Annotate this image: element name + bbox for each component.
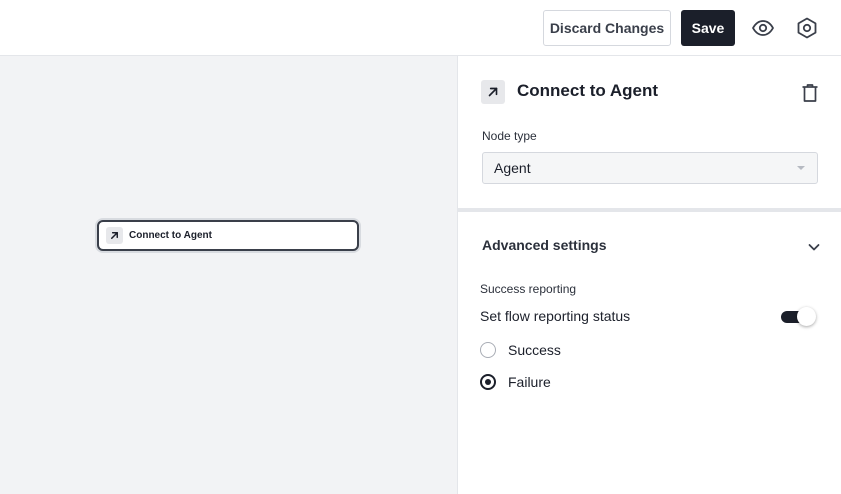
top-toolbar: Discard Changes Save	[0, 0, 841, 56]
panel-title: Connect to Agent	[517, 81, 659, 100]
caret-down-icon	[797, 166, 805, 170]
node-type-value: Agent	[494, 160, 531, 176]
flow-node-connect-to-agent[interactable]: Connect to Agent	[97, 220, 359, 251]
radio-success[interactable]: Success	[480, 340, 561, 360]
advanced-settings-title: Advanced settings	[482, 237, 607, 253]
node-label: Connect to Agent	[129, 230, 212, 241]
radio-failure[interactable]: Failure	[480, 372, 551, 392]
radio-button-checked[interactable]	[480, 374, 496, 390]
flow-reporting-toggle-row: Set flow reporting status	[480, 307, 816, 328]
radio-label-failure: Failure	[508, 374, 551, 390]
radio-button[interactable]	[480, 342, 496, 358]
radio-label-success: Success	[508, 342, 561, 358]
advanced-settings-toggle[interactable]: Advanced settings	[482, 237, 822, 257]
toggle-knob	[797, 307, 816, 326]
trash-icon[interactable]	[799, 82, 821, 104]
arrow-up-right-icon	[106, 227, 123, 244]
success-reporting-label: Success reporting	[480, 282, 577, 296]
node-type-label: Node type	[482, 129, 537, 143]
flow-canvas[interactable]: Connect to Agent	[0, 56, 457, 494]
node-type-select[interactable]: Agent	[482, 152, 818, 184]
save-button[interactable]: Save	[681, 10, 735, 46]
flow-reporting-toggle-label: Set flow reporting status	[480, 308, 631, 324]
chevron-down-icon	[806, 239, 822, 255]
discard-changes-button[interactable]: Discard Changes	[543, 10, 671, 46]
node-properties-panel: Connect to Agent Node type Agent Advance…	[457, 56, 841, 494]
flow-reporting-toggle[interactable]	[781, 307, 816, 327]
settings-icon[interactable]	[795, 16, 819, 40]
eye-icon[interactable]	[751, 16, 775, 40]
panel-header: Connect to Agent	[481, 80, 821, 104]
section-divider	[458, 208, 841, 212]
arrow-up-right-icon	[481, 80, 505, 104]
